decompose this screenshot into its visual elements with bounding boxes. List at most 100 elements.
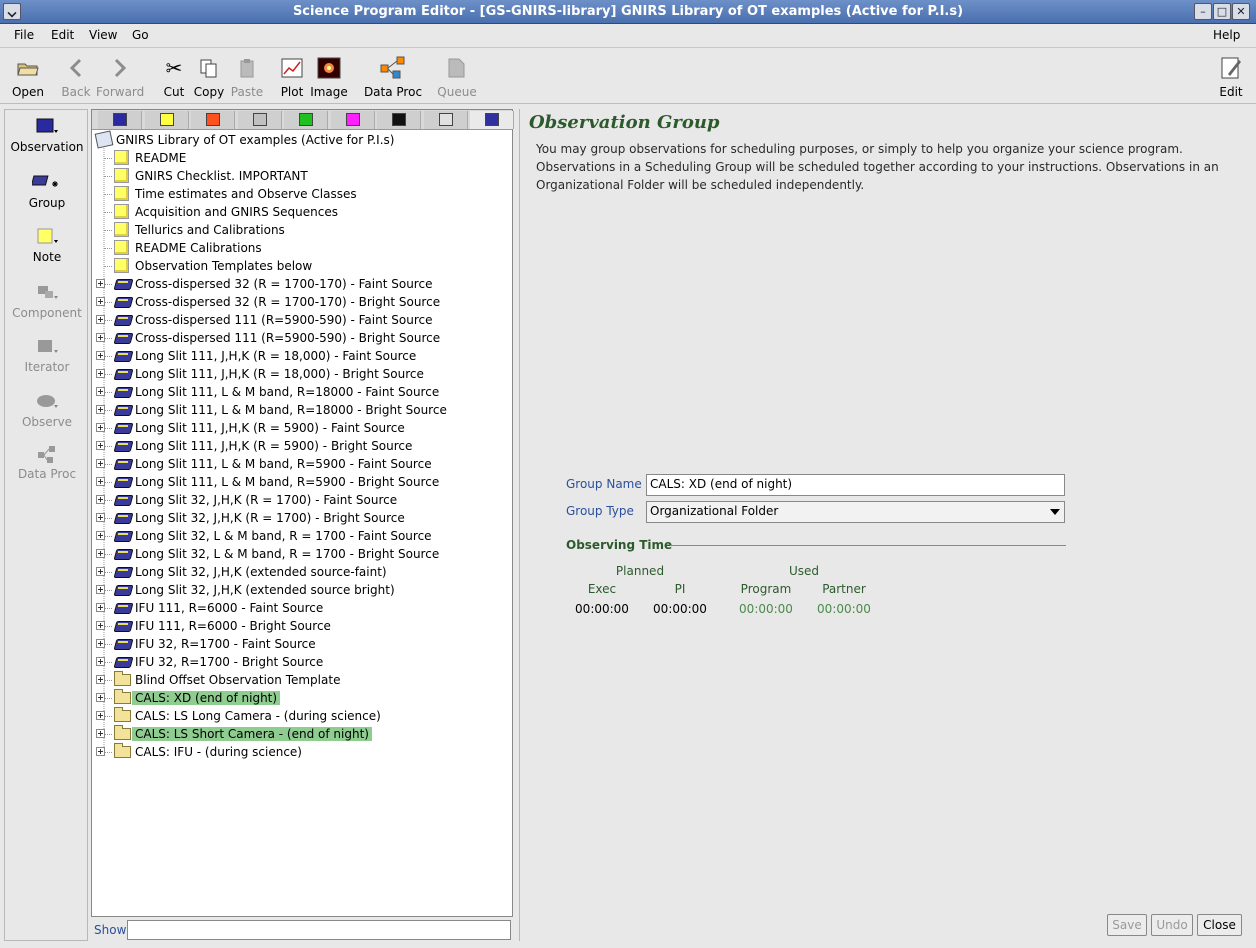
forward-button[interactable]: Forward (96, 54, 144, 99)
tree-item-obs[interactable]: Long Slit 111, L & M band, R=5900 - Fain… (92, 455, 435, 473)
tree-item-obs[interactable]: IFU 111, R=6000 - Bright Source (92, 617, 334, 635)
expand-toggle-icon[interactable] (96, 585, 105, 594)
expand-toggle-icon[interactable] (96, 423, 105, 432)
tree-item-obs[interactable]: Long Slit 111, J,H,K (R = 18,000) - Fain… (92, 347, 419, 365)
expand-toggle-icon[interactable] (96, 495, 105, 504)
palette-data-proc[interactable]: Data Proc (5, 441, 89, 481)
tree-item-obs[interactable]: Long Slit 111, L & M band, R=5900 - Brig… (92, 473, 442, 491)
tree-item-obs[interactable]: Long Slit 111, J,H,K (R = 5900) - Faint … (92, 419, 408, 437)
show-filter-input[interactable] (127, 920, 511, 940)
expand-toggle-icon[interactable] (96, 279, 105, 288)
menu-edit[interactable]: Edit (51, 28, 74, 42)
expand-toggle-icon[interactable] (96, 567, 105, 576)
expand-toggle-icon[interactable] (96, 459, 105, 468)
expand-toggle-icon[interactable] (96, 693, 105, 702)
tree-item-obs[interactable]: IFU 111, R=6000 - Faint Source (92, 599, 326, 617)
menu-file[interactable]: File (14, 28, 34, 42)
tree-item-label: Long Slit 111, J,H,K (R = 18,000) - Brig… (135, 367, 424, 381)
data-proc-button[interactable]: Data Proc (362, 54, 424, 99)
palette-component[interactable]: Component (5, 280, 89, 320)
expand-toggle-icon[interactable] (96, 369, 105, 378)
program-tree-panel: GNIRS Library of OT examples (Active for… (91, 109, 514, 917)
expand-toggle-icon[interactable] (96, 405, 105, 414)
tree-item-note[interactable]: Observation Templates below (92, 257, 315, 275)
tree-connector (104, 356, 112, 357)
group-type-select[interactable]: Organizational Folder (646, 501, 1065, 523)
edit-button[interactable]: Edit (1216, 54, 1246, 99)
tree-item-obs[interactable]: Cross-dispersed 32 (R = 1700-170) - Brig… (92, 293, 443, 311)
palette-group[interactable]: Group (5, 170, 89, 210)
maximize-button[interactable]: □ (1213, 3, 1231, 20)
palette-observe[interactable]: Observe (5, 389, 89, 429)
tree-item-folder[interactable]: Blind Offset Observation Template (92, 671, 343, 689)
expand-toggle-icon[interactable] (96, 603, 105, 612)
copy-button[interactable]: Copy (192, 54, 226, 99)
tree-item-obs[interactable]: Cross-dispersed 111 (R=5900-590) - Brigh… (92, 329, 443, 347)
image-button[interactable]: Image (310, 54, 348, 99)
tree-item-obs[interactable]: Long Slit 32, L & M band, R = 1700 - Fai… (92, 527, 435, 545)
menu-go[interactable]: Go (132, 28, 149, 42)
tree-item-obs[interactable]: Long Slit 32, J,H,K (R = 1700) - Faint S… (92, 491, 400, 509)
tree-item-obs[interactable]: Cross-dispersed 111 (R=5900-590) - Faint… (92, 311, 435, 329)
close-button[interactable]: Close (1197, 914, 1242, 936)
minimize-button[interactable]: – (1194, 3, 1212, 20)
tree-item-folder[interactable]: CALS: LS Short Camera - (end of night) (92, 725, 372, 743)
tree-item-label: IFU 32, R=1700 - Faint Source (135, 637, 316, 651)
tree-item-folder[interactable]: CALS: IFU - (during science) (92, 743, 305, 761)
tree-item-folder[interactable]: CALS: LS Long Camera - (during science) (92, 707, 384, 725)
expand-toggle-icon[interactable] (96, 531, 105, 540)
tree-item-obs[interactable]: Long Slit 111, L & M band, R=18000 - Fai… (92, 383, 442, 401)
tree-item-note[interactable]: Acquisition and GNIRS Sequences (92, 203, 341, 221)
expand-toggle-icon[interactable] (96, 477, 105, 486)
tree-item-obs[interactable]: Long Slit 32, J,H,K (extended source bri… (92, 581, 398, 599)
expand-toggle-icon[interactable] (96, 675, 105, 684)
tree-item-folder[interactable]: CALS: XD (end of night) (92, 689, 281, 707)
tree-item-obs[interactable]: Long Slit 111, L & M band, R=18000 - Bri… (92, 401, 450, 419)
expand-toggle-icon[interactable] (96, 315, 105, 324)
open-button[interactable]: Open (10, 54, 46, 99)
observation-icon (114, 348, 132, 363)
cut-button[interactable]: ✂ Cut (160, 54, 188, 99)
tree-item-note[interactable]: README Calibrations (92, 239, 265, 257)
tree-item-obs[interactable]: IFU 32, R=1700 - Faint Source (92, 635, 319, 653)
save-button[interactable]: Save (1107, 914, 1147, 936)
expand-toggle-icon[interactable] (96, 333, 105, 342)
plot-button[interactable]: Plot (278, 54, 306, 99)
tree-item-note[interactable]: GNIRS Checklist. IMPORTANT (92, 167, 311, 185)
close-window-button[interactable]: ✕ (1232, 3, 1250, 20)
expand-toggle-icon[interactable] (96, 297, 105, 306)
paste-button[interactable]: Paste (229, 54, 265, 99)
tree-item-note[interactable]: Time estimates and Observe Classes (92, 185, 360, 203)
expand-toggle-icon[interactable] (96, 729, 105, 738)
expand-toggle-icon[interactable] (96, 747, 105, 756)
back-button[interactable]: Back (58, 54, 94, 99)
expand-toggle-icon[interactable] (96, 639, 105, 648)
expand-toggle-icon[interactable] (96, 549, 105, 558)
expand-toggle-icon[interactable] (96, 387, 105, 396)
undo-button[interactable]: Undo (1151, 914, 1193, 936)
tree-root[interactable]: GNIRS Library of OT examples (Active for… (94, 130, 397, 149)
tree-item-obs[interactable]: Long Slit 32, J,H,K (extended source-fai… (92, 563, 390, 581)
tree-item-obs[interactable]: Long Slit 111, J,H,K (R = 18,000) - Brig… (92, 365, 427, 383)
expand-toggle-icon[interactable] (96, 657, 105, 666)
tree-item-note[interactable]: Tellurics and Calibrations (92, 221, 288, 239)
expand-toggle-icon[interactable] (96, 513, 105, 522)
palette-observation[interactable]: Observation (5, 114, 89, 154)
tree-item-obs[interactable]: IFU 32, R=1700 - Bright Source (92, 653, 326, 671)
menu-view[interactable]: View (89, 28, 117, 42)
palette-note[interactable]: Note (5, 224, 89, 264)
group-name-input[interactable]: CALS: XD (end of night) (646, 474, 1065, 496)
palette-iterator[interactable]: Iterator (5, 334, 89, 374)
tree-item-obs[interactable]: Cross-dispersed 32 (R = 1700-170) - Fain… (92, 275, 435, 293)
tree-item-obs[interactable]: Long Slit 32, J,H,K (R = 1700) - Bright … (92, 509, 408, 527)
clipboard-icon (229, 54, 265, 82)
menu-help[interactable]: Help (1213, 28, 1240, 42)
expand-toggle-icon[interactable] (96, 711, 105, 720)
tree-item-obs[interactable]: Long Slit 111, J,H,K (R = 5900) - Bright… (92, 437, 415, 455)
expand-toggle-icon[interactable] (96, 351, 105, 360)
queue-button[interactable]: Queue (436, 54, 478, 99)
tree-item-note[interactable]: README (92, 149, 189, 167)
tree-item-obs[interactable]: Long Slit 32, L & M band, R = 1700 - Bri… (92, 545, 442, 563)
expand-toggle-icon[interactable] (96, 621, 105, 630)
expand-toggle-icon[interactable] (96, 441, 105, 450)
